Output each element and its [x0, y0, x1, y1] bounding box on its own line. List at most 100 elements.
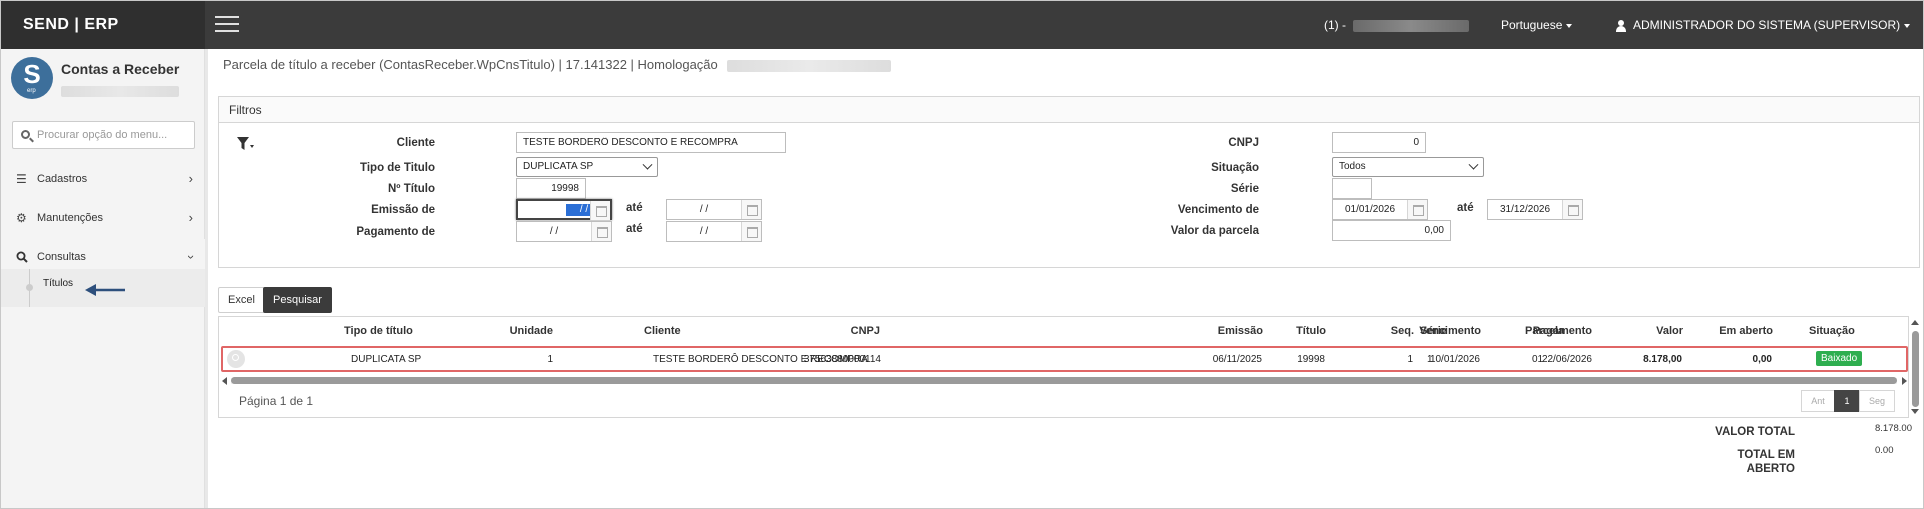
cell-tipo: DUPLICATA SP [351, 354, 422, 365]
vertical-scrollbar[interactable] [1910, 319, 1920, 415]
calendar-icon[interactable] [741, 222, 761, 241]
chevron-down-icon: › [183, 254, 199, 260]
filters-panel: Filtros Cliente Tipo de Titulo DUPLICATA… [218, 96, 1920, 268]
language-dropdown[interactable]: Portuguese [1501, 1, 1573, 49]
search-icon [21, 130, 30, 139]
brand-logo[interactable]: SEND | ERP [1, 1, 205, 49]
col-header-pagamento[interactable]: Pagamento [1533, 325, 1592, 337]
emissao-to-date[interactable]: / / [666, 199, 762, 220]
pagamento-to-date[interactable]: / / [666, 221, 762, 242]
scroll-thumb[interactable] [231, 377, 1897, 384]
gears-icon: ⚙ [16, 211, 27, 225]
cell-em-aberto: 0,00 [1752, 354, 1772, 365]
calendar-icon[interactable] [1562, 200, 1582, 219]
environment-redacted [727, 59, 892, 72]
scroll-right-icon[interactable] [1902, 377, 1907, 385]
menu-search-input[interactable] [37, 126, 187, 144]
vencimento-label: Vencimento de [1177, 204, 1259, 216]
vencimento-from-date[interactable]: 01/01/2026 [1332, 199, 1428, 220]
valor-parcela-input[interactable] [1332, 220, 1451, 241]
table-row[interactable]: 1 DUPLICATA SP 37563880000114 TESTE BORD… [221, 346, 1908, 372]
col-header-cliente[interactable]: Cliente [644, 325, 681, 337]
calendar-icon[interactable] [590, 201, 610, 220]
calendar-icon[interactable] [591, 222, 611, 241]
tipo-titulo-select[interactable]: DUPLICATA SP [516, 157, 658, 177]
numero-titulo-input[interactable] [516, 178, 586, 199]
col-header-titulo[interactable]: Título [1296, 325, 1326, 337]
pesquisar-button[interactable]: Pesquisar [263, 287, 332, 313]
list-icon: ☰ [16, 172, 27, 186]
sidebar-item-label: Cadastros [37, 173, 88, 185]
calendar-icon[interactable] [741, 200, 761, 219]
col-header-emissao[interactable]: Emissão [1218, 325, 1263, 337]
cell-unidade: 1 [547, 354, 553, 365]
col-header-cnpj[interactable]: CNPJ [851, 325, 880, 337]
vencimento-from-value: 01/01/2026 [1344, 204, 1396, 215]
situacao-value: Todos [1339, 161, 1366, 172]
pagamento-to-value: / / [699, 226, 709, 237]
serie-label: Série [1230, 183, 1259, 195]
page-info: Página 1 de 1 [239, 394, 314, 408]
pagamento-from-date[interactable]: / / [516, 221, 612, 242]
cell-emissao: 06/11/2025 [1212, 354, 1262, 365]
filter-icon[interactable] [237, 137, 255, 151]
cell-vencimento: 10/01/2026 [1429, 354, 1480, 365]
chevron-down-icon [1468, 159, 1479, 170]
pager-prev-button[interactable]: Ant [1801, 390, 1835, 412]
excel-button[interactable]: Excel [218, 287, 265, 313]
submenu-dot [26, 284, 33, 291]
page-title-text: Parcela de título a receber (ContasReceb… [223, 57, 718, 72]
col-header-unidade[interactable]: Unidade [510, 325, 553, 337]
user-icon [1615, 19, 1627, 32]
col-header-em-aberto[interactable]: Em aberto [1719, 325, 1773, 337]
ate-label: até [626, 202, 643, 214]
col-header-vencimento[interactable]: Vencimento [1419, 325, 1481, 337]
cnpj-input[interactable] [1332, 132, 1426, 153]
chevron-right-icon: › [188, 210, 193, 225]
vencimento-to-date[interactable]: 31/12/2026 [1487, 199, 1583, 220]
scroll-thumb[interactable] [1912, 331, 1919, 407]
numero-titulo-label: Nº Título [388, 183, 435, 195]
horizontal-scrollbar[interactable] [221, 376, 1908, 386]
cell-pagamento: 22/06/2026 [1541, 354, 1592, 365]
situacao-label: Situação [1211, 162, 1259, 174]
calendar-icon[interactable] [1407, 200, 1427, 219]
valor-parcela-label: Valor da parcela [1170, 225, 1259, 237]
total-aberto-label-2: ABERTO [1746, 463, 1795, 475]
logo-sub: erp [27, 88, 36, 94]
pager-next-button[interactable]: Seg [1859, 390, 1895, 412]
company-selector[interactable]: (1) - [1324, 1, 1470, 49]
user-menu[interactable]: ADMINISTRADOR DO SISTEMA (SUPERVISOR) [1615, 1, 1911, 49]
col-header-tipo[interactable]: Tipo de título [344, 325, 413, 337]
sidebar-subitem-titulos[interactable]: Títulos [43, 278, 73, 289]
sidebar-item-manutencoes[interactable]: ⚙ Manutenções › [1, 200, 205, 236]
valor-total-label: VALOR TOTAL [1715, 426, 1795, 438]
scroll-down-icon[interactable] [1911, 409, 1919, 414]
pager-page-button[interactable]: 1 [1834, 390, 1860, 412]
results-grid: Unidade Tipo de título CNPJ Cliente Emis… [218, 316, 1909, 418]
col-header-seq[interactable]: Seq. [1391, 325, 1414, 337]
scroll-left-icon[interactable] [222, 377, 227, 385]
serie-input[interactable] [1332, 178, 1372, 199]
col-header-situacao[interactable]: Situação [1809, 325, 1855, 337]
sidebar-item-label: Consultas [37, 251, 86, 263]
pointer-arrow-icon [85, 284, 125, 296]
page-title: Parcela de título a receber (ContasReceb… [223, 57, 892, 72]
scroll-up-icon[interactable] [1911, 320, 1919, 325]
status-badge: Baixado [1816, 351, 1863, 366]
pagamento-from-value: / / [549, 226, 559, 237]
row-view-icon[interactable] [227, 350, 245, 368]
cell-cliente: TESTE BORDERÔ DESCONTO E RECOMPRA [653, 354, 868, 365]
sidebar-item-cadastros[interactable]: ☰ Cadastros › [1, 161, 205, 197]
chevron-right-icon: › [188, 171, 193, 186]
cliente-input[interactable] [516, 132, 786, 153]
situacao-select[interactable]: Todos [1332, 157, 1484, 177]
emissao-label: Emissão de [371, 204, 435, 216]
vencimento-to-value: 31/12/2026 [1499, 204, 1551, 215]
emissao-from-date[interactable]: / / [516, 199, 612, 220]
hamburger-menu-icon[interactable] [215, 16, 239, 34]
logo-letter: S [23, 59, 41, 89]
cell-valor: 8.178,00 [1643, 354, 1682, 365]
col-header-valor[interactable]: Valor [1656, 325, 1683, 337]
menu-search[interactable] [12, 121, 195, 149]
